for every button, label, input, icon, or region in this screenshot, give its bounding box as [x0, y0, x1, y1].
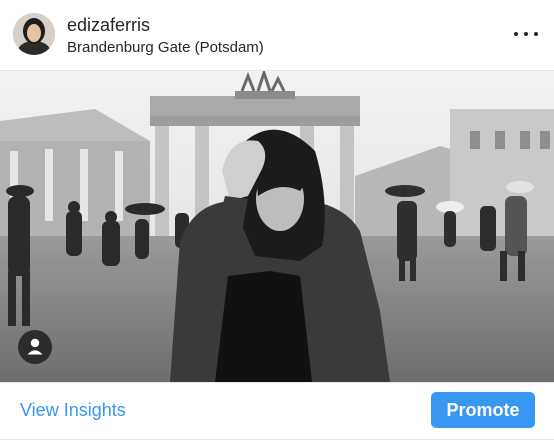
username[interactable]: edizaferris — [67, 15, 150, 36]
avatar[interactable] — [13, 13, 55, 55]
photo-image — [0, 71, 554, 382]
person-tag-icon[interactable] — [18, 330, 52, 364]
more-options-icon[interactable] — [514, 25, 538, 43]
post-photo[interactable] — [0, 71, 554, 382]
view-insights-link[interactable]: View Insights — [20, 400, 126, 421]
post-header: edizaferris Brandenburg Gate (Potsdam) — [0, 0, 554, 70]
location-label[interactable]: Brandenburg Gate (Potsdam) — [67, 39, 264, 56]
promote-button[interactable]: Promote — [431, 392, 535, 428]
